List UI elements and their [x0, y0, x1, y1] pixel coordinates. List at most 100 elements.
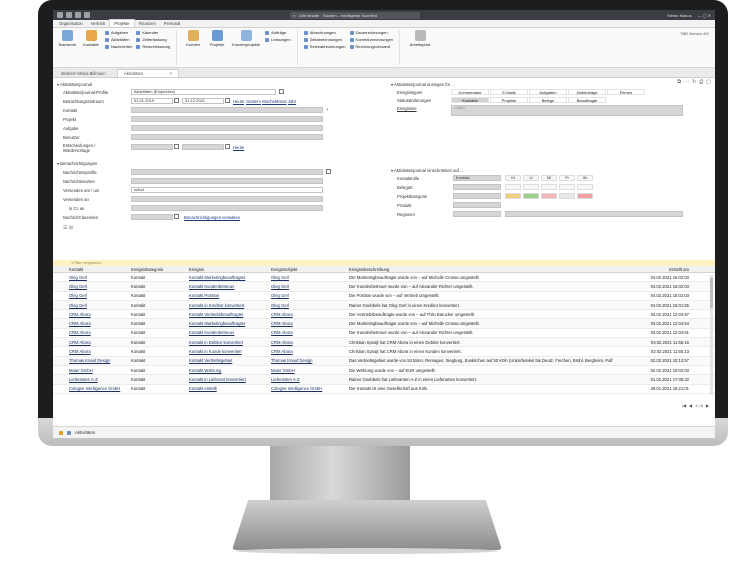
table-cell[interactable]: CRM Abora: [53, 321, 131, 326]
verwalten-link[interactable]: Benachrichtigungen verwalten: [184, 215, 240, 220]
copy-icon[interactable]: ⧉: [677, 79, 681, 85]
quick-link-jahr[interactable]: Jahr: [288, 99, 296, 104]
rechnungsversand-button[interactable]: Rechnungsversand: [349, 44, 394, 49]
prev-page-icon[interactable]: ◀: [689, 403, 692, 408]
next-page-icon[interactable]: ▶: [706, 403, 709, 408]
kundenprojekte-button[interactable]: Kundenprojekte: [231, 30, 261, 47]
calendar-from-icon[interactable]: [174, 98, 179, 103]
restrict-heading[interactable]: ▾ Aktivitätenjournal einschränken auf ..…: [391, 168, 464, 173]
versenden-am-select[interactable]: sofort: [131, 187, 323, 193]
print-icon[interactable]: [84, 12, 90, 18]
aktivitaeten-button[interactable]: Aktivitäten: [105, 37, 132, 42]
wiedervorlage-from[interactable]: [131, 144, 173, 150]
table-cell[interactable]: CRM Abora: [271, 330, 349, 335]
col-ereignisbeschreibung[interactable]: Ereignisbeschreibung: [349, 267, 613, 272]
notify-profile-select[interactable]: [131, 169, 323, 175]
ereignisse-label[interactable]: Ereignisse: [397, 106, 417, 111]
credit-icon[interactable]: [577, 184, 593, 190]
tab-projekte[interactable]: Projekte: [109, 19, 135, 27]
table-cell[interactable]: Cologne Intelligence GmbH: [53, 386, 131, 391]
beenden-date[interactable]: [131, 214, 173, 220]
delivery-icon[interactable]: [541, 184, 557, 190]
cc-input[interactable]: [131, 205, 323, 211]
table-cell[interactable]: Kontakt in Kunde konvertiert: [189, 349, 271, 354]
table-cell[interactable]: Oleg Gerl: [271, 275, 349, 280]
offer-icon[interactable]: [505, 184, 521, 190]
table-cell[interactable]: CRM Abora: [53, 340, 131, 345]
more-icon[interactable]: ⋯: [684, 79, 689, 85]
tab-personal[interactable]: Personal: [160, 20, 185, 27]
notify-arten-select[interactable]: [131, 178, 323, 184]
table-cell[interactable]: Kontakt in Debitor konvertiert: [189, 340, 271, 345]
window-controls[interactable]: — ▢ ✕: [698, 13, 711, 18]
produkt-select[interactable]: [453, 202, 501, 208]
tab-finanzen[interactable]: Finanzen: [135, 20, 160, 27]
journal-section-heading[interactable]: ▾ Aktivitätenjournal: [57, 82, 92, 87]
tab-organisation[interactable]: Organisation: [55, 20, 87, 27]
reiseabrechnungen-button[interactable]: Reiseabrechnungen: [303, 44, 346, 49]
date-to-input[interactable]: 31.12.2021: [182, 98, 224, 104]
role-chip-2[interactable]: Lf: [523, 175, 539, 181]
toggle-aufgaben[interactable]: Aufgaben: [529, 89, 567, 95]
table-cell[interactable]: CRM Abora: [271, 321, 349, 326]
kalender-button[interactable]: Kalender: [136, 30, 170, 35]
quick-link-heute[interactable]: Heute: [233, 99, 244, 104]
calendar-to-icon[interactable]: [225, 98, 230, 103]
table-cell[interactable]: Kontakt Vertriebsgebiet: [189, 358, 271, 363]
versenden-an-input[interactable]: [131, 196, 323, 202]
toggle-firmen[interactable]: Firmen: [607, 89, 645, 95]
role-chip-1[interactable]: Kt: [505, 175, 521, 181]
table-cell[interactable]: Cologne Intelligence GmbH: [271, 386, 349, 391]
col-kontakt[interactable]: Kontakt: [53, 267, 131, 272]
table-cell[interactable]: Oleg Gerl: [53, 303, 131, 308]
aufgaben-button[interactable]: Aufgaben: [105, 30, 132, 35]
ereignisse-select[interactable]: <Alle>: [451, 105, 683, 116]
quick-link-gestern[interactable]: Gestern: [246, 99, 261, 104]
toggle-kommentare[interactable]: Kommentare: [451, 89, 489, 95]
table-cell[interactable]: CRM Abora: [271, 349, 349, 354]
profile-settings-icon[interactable]: [279, 89, 284, 94]
scrollbar-thumb[interactable]: [710, 278, 713, 308]
notify-settings-icon[interactable]: [326, 169, 331, 174]
table-cell[interactable]: Kontakt Kundenbetreuer: [189, 284, 271, 289]
table-row[interactable]: CRM Abora Kontakt Kontakt in Kunde konvert…: [53, 347, 715, 357]
benutzer-input[interactable]: [131, 134, 323, 140]
category-2-icon[interactable]: [523, 193, 539, 199]
table-row[interactable]: Oleg Gerl Kontakt Kontakt in Kreditor konv…: [53, 300, 715, 311]
col-ereigniskategorie[interactable]: Ereigniskategorie: [131, 267, 189, 272]
table-row[interactable]: CRM Abora Kontakt Kontakt in Debitor konve…: [53, 338, 715, 348]
aufgabe-input[interactable]: [131, 125, 323, 131]
first-page-icon[interactable]: |◀: [682, 403, 686, 408]
table-cell[interactable]: Oleg Gerl: [53, 284, 131, 289]
category-1-icon[interactable]: [505, 193, 521, 199]
calendar-icon[interactable]: [174, 144, 179, 149]
table-cell[interactable]: Kontakt Position: [189, 293, 271, 298]
table-row[interactable]: CRM Abora Kontakt Kontakt Vertriebsbeauftr…: [53, 310, 715, 320]
table-cell[interactable]: Maier GmbH: [53, 368, 131, 373]
table-cell[interactable]: Kontakt erstellt: [189, 386, 271, 391]
regionen-detail[interactable]: [505, 211, 683, 217]
user-name[interactable]: Stefan Manos: [667, 13, 692, 18]
role-chip-5[interactable]: Gh: [577, 175, 593, 181]
table-cell[interactable]: Oleg Gerl: [271, 284, 349, 289]
order-icon[interactable]: [523, 184, 539, 190]
home-icon[interactable]: [57, 12, 63, 18]
doc-tab-aktivitaeten[interactable]: Aktivitäten ×: [117, 69, 179, 77]
table-cell[interactable]: Oleg Gerl: [271, 293, 349, 298]
table-cell[interactable]: Kontakt Vertriebsbeauftragter: [189, 312, 271, 317]
toggle-kontakte[interactable]: Kontakte: [451, 97, 489, 103]
col-ereignis[interactable]: Ereignis: [189, 267, 271, 272]
table-cell[interactable]: Maier GmbH: [271, 368, 349, 373]
back-icon[interactable]: [66, 12, 72, 18]
profile-select[interactable]: Aktivitäten (Empfohlen): [131, 89, 276, 95]
quick-link-monat[interactable]: Monat: [275, 99, 287, 104]
close-icon[interactable]: ×: [170, 71, 172, 76]
table-cell[interactable]: Lieferanten A-Z: [53, 377, 131, 382]
table-row[interactable]: CRM Abora Kontakt Kontakt Kundenbetreuer CR…: [53, 329, 715, 339]
abrechnungen-button[interactable]: Abrechnungen: [303, 30, 346, 35]
save-icon[interactable]: [75, 12, 81, 18]
kontakt-input[interactable]: [131, 107, 323, 113]
kunden-button[interactable]: Kunden: [183, 30, 203, 47]
table-cell[interactable]: Kontakt Marketingbeauftragter: [189, 275, 271, 280]
table-row[interactable]: Oleg Gerl Kontakt Kontakt Position Oleg Ger…: [53, 292, 715, 301]
